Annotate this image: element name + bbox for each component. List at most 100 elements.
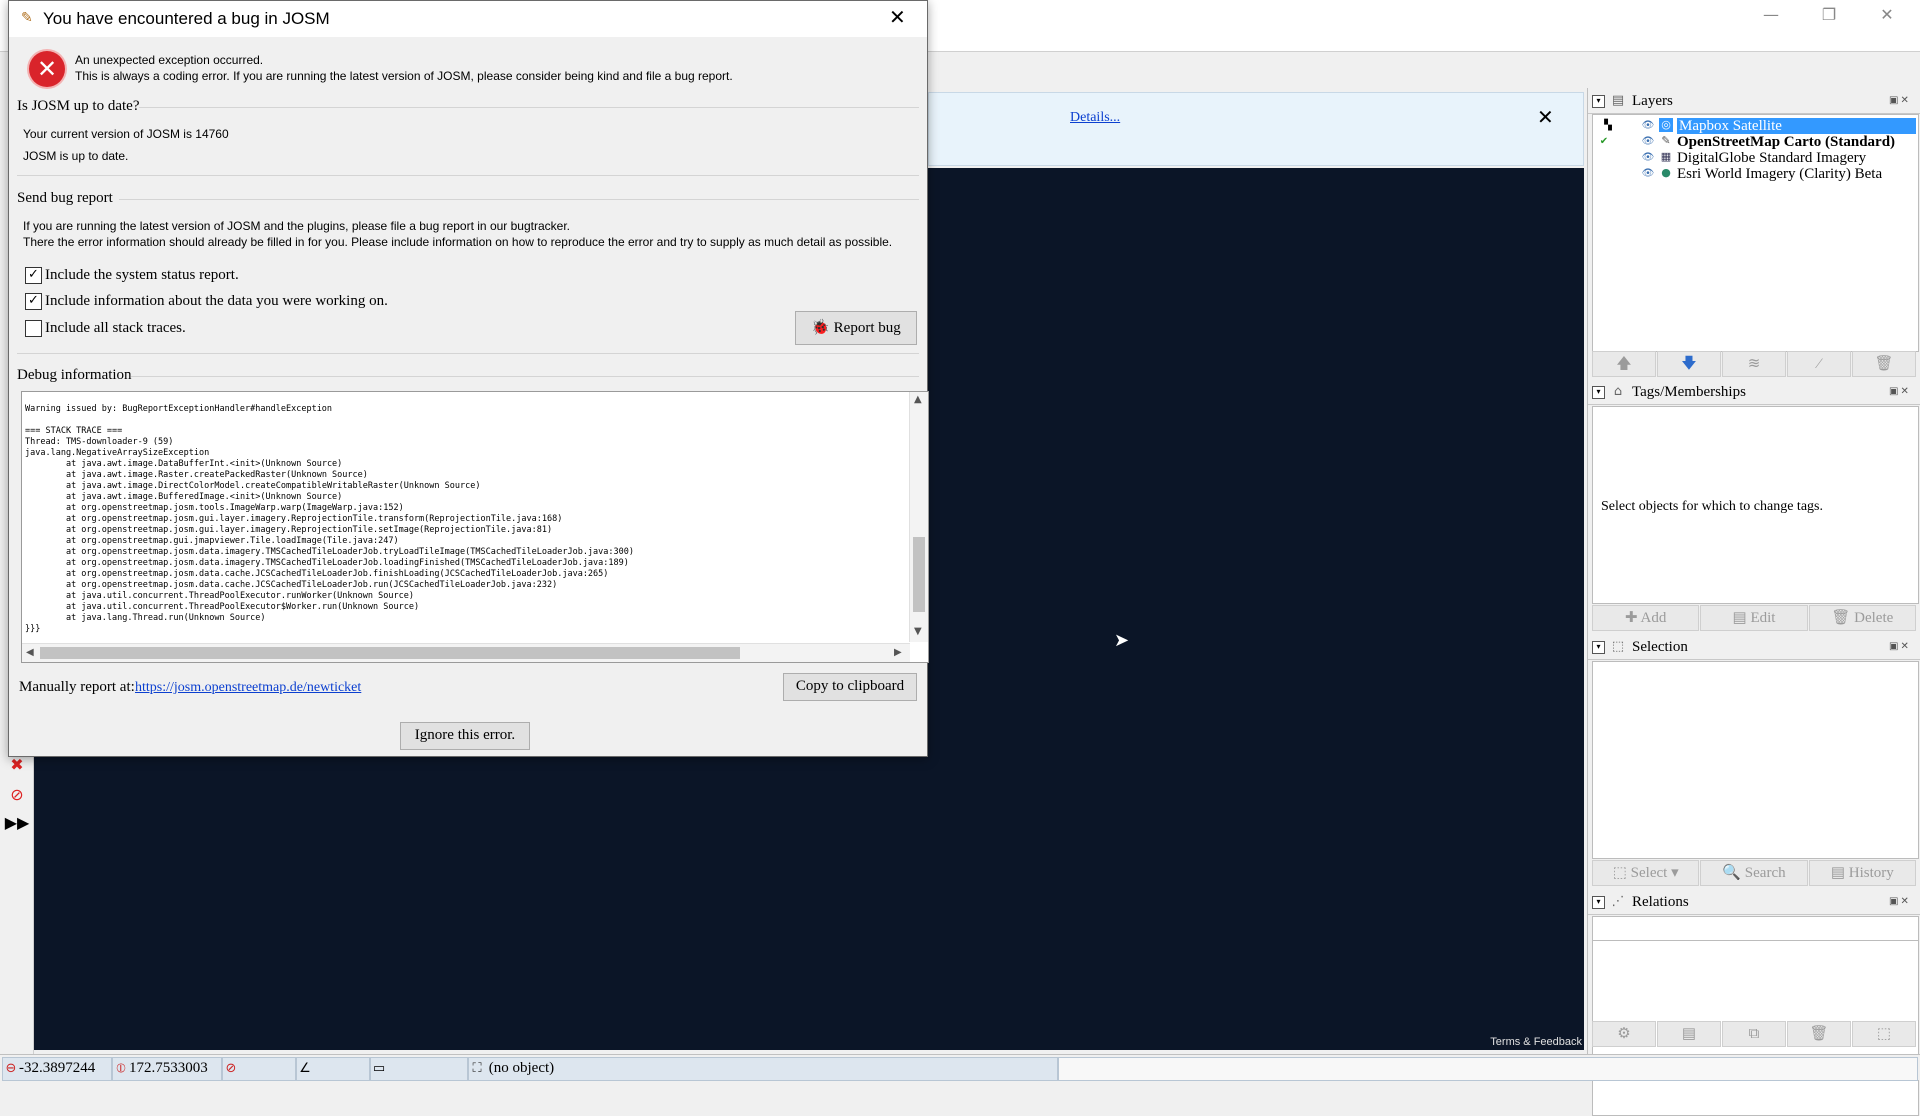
uptodate-heading: Is JOSM up to date? xyxy=(17,98,140,114)
heading-icon: ⊘ xyxy=(225,1061,237,1076)
collapse-toggle-icon[interactable]: ▾ xyxy=(1592,641,1605,654)
include-stacktraces-label: Include all stack traces. xyxy=(45,320,186,336)
collapse-toggle-icon[interactable]: ▾ xyxy=(1592,95,1605,108)
group-divider xyxy=(17,175,919,176)
debug-heading: Debug information xyxy=(17,367,132,383)
relations-filter[interactable] xyxy=(1592,916,1919,942)
collapse-toggle-icon[interactable]: ▾ xyxy=(1592,386,1605,399)
tags-panel-title: Tags/Memberships xyxy=(1632,384,1746,400)
angle-field: ∠ xyxy=(296,1057,370,1081)
layers-list: ▚ 👁 ◎ Mapbox Satellite ✔ 👁 ✎ OpenStreetM… xyxy=(1592,114,1919,352)
layers-panel-title: Layers xyxy=(1632,93,1673,109)
duplicate-layer-button[interactable]: ⁄ xyxy=(1787,351,1851,377)
details-link[interactable]: Details... xyxy=(1070,110,1120,126)
panel-detach-close-icon[interactable]: ▣✕ xyxy=(1889,95,1915,107)
delete-tag-button[interactable]: 🗑 Delete xyxy=(1808,605,1916,631)
longitude-icon: ⦶ xyxy=(116,1061,126,1076)
layer-row[interactable]: 👁 ▦ DigitalGlobe Standard Imagery xyxy=(1593,150,1914,166)
tags-empty-text: Select objects for which to change tags. xyxy=(1601,499,1823,514)
relation-icon: ⋰ xyxy=(1611,894,1625,909)
scroll-left-icon[interactable]: ◀ xyxy=(26,647,34,658)
history-button[interactable]: ▤ History xyxy=(1808,860,1916,886)
minimize-button[interactable]: — xyxy=(1742,0,1800,30)
debug-textarea[interactable]: Warning issued by: BugReportExceptionHan… xyxy=(21,391,929,663)
relations-panel-title: Relations xyxy=(1632,894,1689,910)
layer-type-icon: ◎ xyxy=(1659,118,1673,132)
move-up-button[interactable]: 🡅 xyxy=(1592,351,1656,377)
panel-detach-close-icon[interactable]: ▣✕ xyxy=(1889,896,1915,908)
selection-panel-title: Selection xyxy=(1632,639,1688,655)
heading-field: ⊘ xyxy=(222,1057,296,1081)
new-relation-button[interactable]: ⚙ xyxy=(1592,1021,1656,1047)
panel-detach-close-icon[interactable]: ▣✕ xyxy=(1889,386,1915,398)
report-info-line2: There the error information should alrea… xyxy=(23,235,893,249)
scroll-thumb[interactable] xyxy=(913,537,925,612)
layer-row[interactable]: ▚ 👁 ◎ Mapbox Satellite xyxy=(1593,118,1916,134)
dialog-close-button[interactable]: ✕ xyxy=(889,5,906,29)
selection-panel-header: ▾ ⬚ Selection ▣✕ xyxy=(1588,637,1920,660)
horizontal-scrollbar[interactable]: ◀ ▶ xyxy=(22,643,910,662)
include-stacktraces-checkbox[interactable] xyxy=(25,320,42,337)
selection-buttons: ⬚ Select ▾ 🔍 Search ▤ History xyxy=(1592,860,1917,886)
layer-row[interactable]: ✔ 👁 ✎ OpenStreetMap Carto (Standard) xyxy=(1593,134,1914,150)
edit-relation-button[interactable]: ▤ xyxy=(1657,1021,1721,1047)
manual-report-label: Manually report at: xyxy=(19,679,135,695)
error-message-line2: This is always a coding error. If you ar… xyxy=(75,69,733,83)
select-relation-button[interactable]: ⬚ xyxy=(1852,1021,1916,1047)
edit-tag-button[interactable]: ▤ Edit xyxy=(1700,605,1808,631)
relations-buttons: ⚙ ▤ ⧉ 🗑 ⬚ xyxy=(1592,1021,1917,1047)
report-bug-button[interactable]: 🐞 Report bug xyxy=(795,311,917,345)
dialog-titlebar: ✎ You have encountered a bug in JOSM ✕ xyxy=(9,1,927,37)
latitude-field: ⊖ -32.3897244 xyxy=(2,1057,112,1081)
manual-report-link[interactable]: https://josm.openstreetmap.de/newticket xyxy=(135,680,361,696)
delete-relation-button[interactable]: 🗑 xyxy=(1787,1021,1851,1047)
copy-clipboard-button[interactable]: Copy to clipboard xyxy=(783,673,917,701)
include-data-checkbox[interactable]: ✓ xyxy=(25,293,42,310)
object-info-field: ⛶ (no object) xyxy=(468,1057,1058,1081)
search-button[interactable]: 🔍 Search xyxy=(1700,860,1808,886)
ignore-error-button[interactable]: Ignore this error. xyxy=(400,722,530,750)
checkmark-icon: ✔ xyxy=(1599,136,1609,147)
close-window-button[interactable]: ✕ xyxy=(1858,0,1916,30)
visibility-eye-icon[interactable]: 👁 xyxy=(1641,166,1655,182)
collapse-toggle-icon[interactable]: ▾ xyxy=(1592,896,1605,909)
tags-buttons: ✚ Add ▤ Edit 🗑 Delete xyxy=(1592,605,1917,631)
select-button[interactable]: ⬚ Select ▾ xyxy=(1592,860,1700,886)
restore-button[interactable]: ❐ xyxy=(1800,0,1858,30)
pointer-icon: ⛶ xyxy=(472,1061,482,1076)
layer-name: Esri World Imagery (Clarity) Beta xyxy=(1677,166,1883,182)
visibility-eye-icon[interactable]: 👁 xyxy=(1641,134,1655,150)
mouse-cursor-icon: ➤ xyxy=(1114,630,1130,651)
include-status-label: Include the system status report. xyxy=(45,267,239,283)
group-divider xyxy=(139,107,919,108)
scroll-up-icon[interactable]: ▲ xyxy=(914,394,922,405)
scroll-right-icon[interactable]: ▶ xyxy=(894,647,902,658)
more-tools-icon[interactable]: ▶▶ xyxy=(4,810,30,836)
layer-type-icon: ● xyxy=(1661,166,1671,179)
angle-icon: ∠ xyxy=(299,1061,311,1076)
include-data-label: Include information about the data you w… xyxy=(45,293,388,309)
duplicate-relation-button[interactable]: ⧉ xyxy=(1722,1021,1786,1047)
scroll-down-icon[interactable]: ▼ xyxy=(914,626,922,637)
panel-detach-close-icon[interactable]: ▣✕ xyxy=(1889,641,1915,653)
delete-layer-button[interactable]: 🗑 xyxy=(1852,351,1916,377)
merge-layers-button[interactable]: ≋ xyxy=(1722,351,1786,377)
tag-icon: ⌂ xyxy=(1613,384,1623,399)
map-attribution[interactable]: Terms & Feedback xyxy=(1490,1036,1582,1048)
selection-list xyxy=(1592,661,1919,859)
notification-close-icon[interactable]: ✕ xyxy=(1537,105,1554,129)
ruler-icon: ▭ xyxy=(372,1061,386,1076)
debug-text: Warning issued by: BugReportExceptionHan… xyxy=(25,404,634,634)
scroll-thumb[interactable] xyxy=(40,647,740,659)
vertical-scrollbar[interactable]: ▲ ▼ xyxy=(909,392,928,642)
add-tag-button[interactable]: ✚ Add xyxy=(1592,605,1700,631)
relations-panel-header: ▾ ⋰ Relations ▣✕ xyxy=(1588,892,1920,915)
layer-row[interactable]: 👁 ● Esri World Imagery (Clarity) Beta xyxy=(1593,166,1914,182)
right-panel: ▾ ▤ Layers ▣✕ ▚ 👁 ◎ Mapbox Satellite ✔ 👁… xyxy=(1587,88,1920,1116)
visibility-eye-icon[interactable]: 👁 xyxy=(1641,150,1655,166)
include-status-checkbox[interactable]: ✓ xyxy=(25,267,42,284)
move-down-button[interactable]: 🡇 xyxy=(1657,351,1721,377)
tags-panel-header: ▾ ⌂ Tags/Memberships ▣✕ xyxy=(1588,382,1920,405)
visibility-eye-icon[interactable]: 👁 xyxy=(1641,118,1655,134)
measure-tool-icon[interactable]: ⊘ xyxy=(4,782,30,808)
